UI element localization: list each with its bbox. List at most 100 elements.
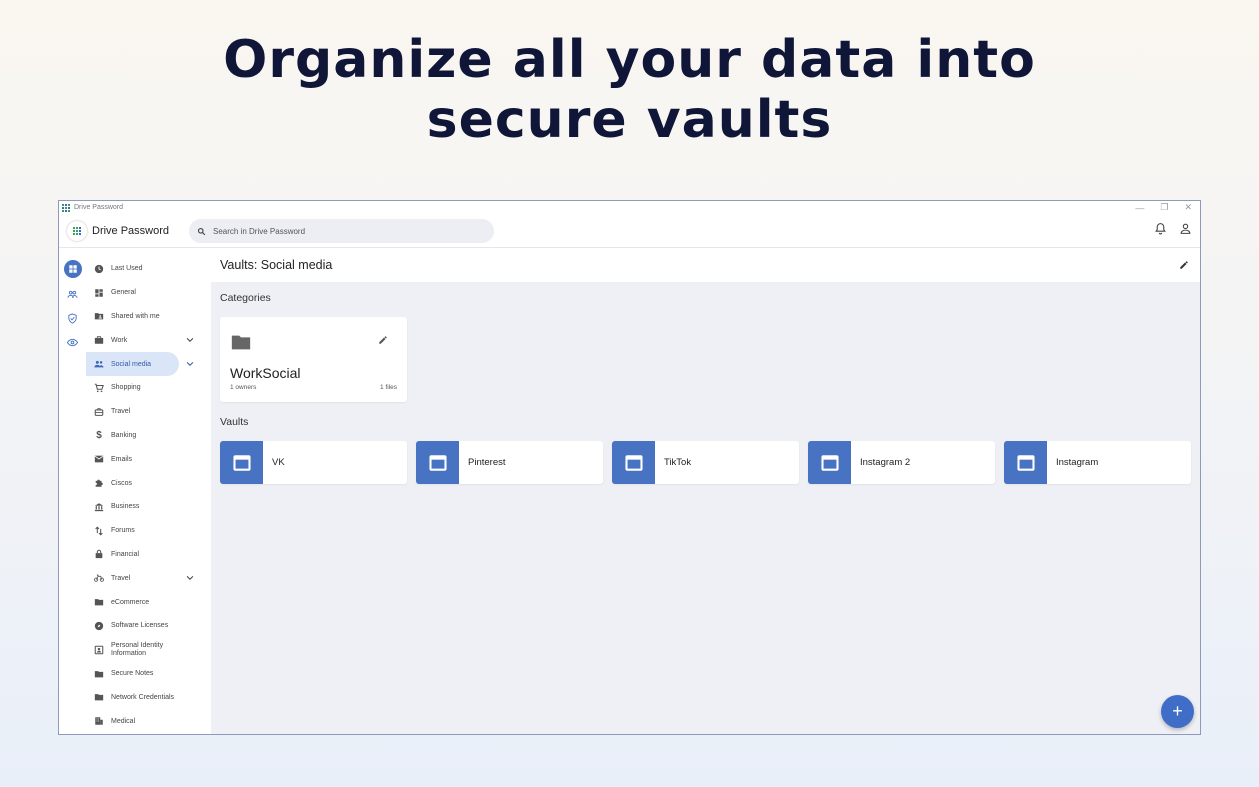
folder-icon bbox=[94, 694, 104, 701]
headline-line-1: Organize all your data into bbox=[223, 30, 1036, 90]
security-icon bbox=[68, 312, 77, 324]
vault-card[interactable]: Instagram 2 bbox=[808, 441, 995, 484]
sidebar-item-business[interactable]: Business bbox=[86, 495, 211, 519]
sidebar-item-label: Emails bbox=[111, 455, 133, 463]
restore-button[interactable]: ❐ bbox=[1160, 202, 1168, 213]
sidebar-item-forums[interactable]: Forums bbox=[86, 519, 211, 543]
nav-rail bbox=[59, 248, 86, 734]
brand-name: Drive Password bbox=[92, 224, 170, 237]
sidebar-item-label: Social media bbox=[111, 360, 152, 368]
window-title: Drive Password bbox=[74, 204, 124, 211]
sidebar-item-financial[interactable]: Financial bbox=[86, 543, 211, 567]
sidebar-item-social-media[interactable]: Social media bbox=[86, 352, 194, 376]
sidebar-item-shopping[interactable]: Shopping bbox=[86, 376, 211, 400]
sidebar-item-network-credentials[interactable]: Network Credentials bbox=[86, 686, 211, 710]
building-icon bbox=[95, 717, 103, 725]
sidebar-item-label: Banking bbox=[111, 431, 137, 439]
bell-icon[interactable] bbox=[1154, 222, 1167, 235]
chevron-down-icon[interactable] bbox=[185, 335, 195, 345]
sidebar-item-label: Shared with me bbox=[111, 312, 160, 320]
add-button[interactable]: + bbox=[1161, 695, 1194, 728]
sidebar-item-label: eCommerce bbox=[111, 598, 150, 606]
sidebar-item-label: Work bbox=[111, 336, 128, 344]
sidebar-item-label: Financial bbox=[111, 550, 140, 558]
vault-card[interactable]: Pinterest bbox=[416, 441, 603, 484]
sidebar-item-label: Forums bbox=[111, 527, 135, 535]
lock-icon bbox=[95, 550, 103, 559]
headline-line-2: secure vaults bbox=[426, 90, 833, 150]
brand-logo-icon[interactable] bbox=[67, 220, 87, 241]
vault-card[interactable]: VK bbox=[220, 441, 407, 484]
window-icon bbox=[428, 454, 447, 471]
sidebar-item-medical[interactable]: Medical bbox=[86, 709, 211, 733]
search-placeholder: Search in Drive Password bbox=[213, 226, 306, 236]
shared-rail-button[interactable] bbox=[63, 286, 83, 302]
sidebar-item-secure-notes[interactable]: Secure Notes bbox=[86, 662, 211, 686]
folder-icon bbox=[94, 670, 104, 677]
account-icon[interactable] bbox=[1179, 222, 1192, 235]
app-bar: Drive Password Search in Drive Password bbox=[59, 214, 1200, 248]
headline: Organize all your data into secure vault… bbox=[0, 30, 1259, 150]
sidebar-item-ciscos[interactable]: Ciscos bbox=[86, 471, 211, 495]
sidebar-item-travel-2[interactable]: Travel bbox=[86, 566, 211, 590]
vault-name: Pinterest bbox=[468, 457, 506, 468]
bike-icon bbox=[94, 574, 104, 582]
folder-shared-icon bbox=[94, 313, 104, 320]
security-rail-button[interactable] bbox=[63, 310, 83, 326]
edit-pencil-icon[interactable] bbox=[378, 335, 388, 345]
sidebar-item-general[interactable]: General bbox=[86, 281, 211, 305]
mail-icon bbox=[94, 455, 104, 463]
sidebar-item-label: Medical bbox=[111, 717, 136, 725]
people-icon bbox=[94, 360, 104, 368]
sidebar-item-last-used[interactable]: Last Used bbox=[86, 257, 211, 281]
sidebar-item-shared-with-me[interactable]: Shared with me bbox=[86, 305, 211, 329]
sidebar-item-label: Personal Identity Information bbox=[111, 641, 164, 657]
minimize-button[interactable]: — bbox=[1135, 203, 1144, 213]
sidebar-item-label: Last Used bbox=[111, 265, 143, 273]
sidebar-item-label: General bbox=[111, 289, 136, 297]
search-input[interactable]: Search in Drive Password bbox=[189, 219, 494, 243]
page-title: Vaults: Social media bbox=[220, 258, 333, 272]
sidebar-item-travel[interactable]: Travel bbox=[86, 400, 211, 424]
sidebar: Last Used General Shared with me Work So… bbox=[86, 248, 211, 734]
swap-icon bbox=[95, 526, 103, 536]
watch-icon bbox=[67, 338, 78, 346]
search-icon bbox=[197, 227, 206, 235]
dollar-icon: $ bbox=[96, 429, 102, 441]
sidebar-item-personal-identity[interactable]: Personal Identity Information bbox=[86, 638, 211, 662]
vault-name: Instagram bbox=[1056, 457, 1099, 468]
chevron-down-icon[interactable] bbox=[185, 359, 195, 369]
sidebar-item-label: Secure Notes bbox=[111, 670, 154, 678]
sidebar-item-ecommerce[interactable]: eCommerce bbox=[86, 590, 211, 614]
compass-icon bbox=[94, 621, 104, 631]
watch-rail-button[interactable] bbox=[63, 334, 83, 350]
bank-icon bbox=[94, 503, 104, 512]
sidebar-item-software-licenses[interactable]: Software Licenses bbox=[86, 614, 211, 638]
sidebar-item-label: Software Licenses bbox=[111, 622, 169, 630]
chevron-down-icon[interactable] bbox=[185, 573, 195, 583]
vault-name: Instagram 2 bbox=[860, 457, 911, 468]
sidebar-item-label: Ciscos bbox=[111, 479, 133, 487]
vault-name: VK bbox=[272, 457, 285, 468]
sidebar-item-label: Travel bbox=[111, 574, 131, 582]
vaults-icon bbox=[68, 265, 77, 273]
id-badge-icon bbox=[94, 645, 104, 655]
shared-icon bbox=[67, 290, 78, 298]
close-button[interactable]: ✕ bbox=[1184, 202, 1192, 213]
window-icon bbox=[232, 454, 251, 471]
vaults-heading: Vaults bbox=[220, 416, 249, 428]
vaults-rail-button[interactable] bbox=[63, 260, 82, 278]
sidebar-item-label: Business bbox=[111, 503, 140, 511]
folder-icon bbox=[231, 335, 251, 350]
vault-card[interactable]: TikTok bbox=[612, 441, 799, 484]
briefcase-icon bbox=[94, 336, 104, 345]
edit-pencil-icon[interactable] bbox=[1179, 260, 1189, 270]
vault-header: Vaults: Social media bbox=[211, 248, 1200, 282]
vault-card[interactable]: Instagram bbox=[1004, 441, 1191, 484]
sidebar-item-banking[interactable]: $ Banking bbox=[86, 424, 211, 448]
sidebar-item-work[interactable]: Work bbox=[86, 328, 211, 352]
category-card[interactable]: WorkSocial 1 owners 1 files bbox=[220, 317, 407, 402]
sidebar-item-emails[interactable]: Emails bbox=[86, 447, 211, 471]
folder-icon bbox=[94, 599, 104, 606]
window-icon bbox=[1016, 454, 1035, 471]
